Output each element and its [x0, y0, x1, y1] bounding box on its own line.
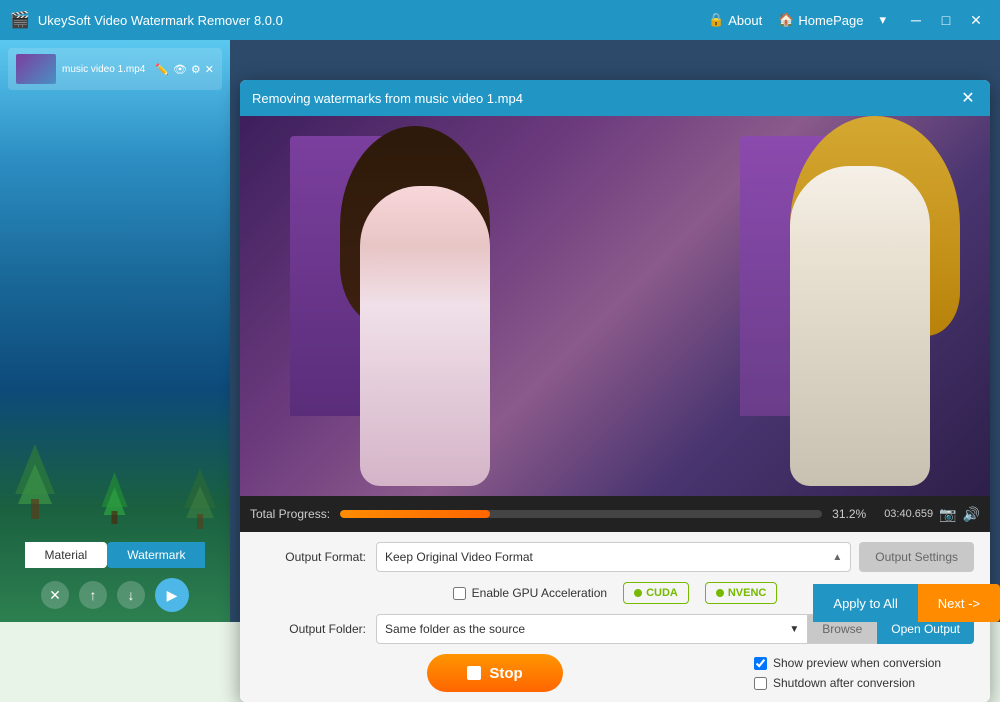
- output-format-label: Output Format:: [256, 550, 366, 564]
- person-left: [360, 186, 490, 486]
- next-button[interactable]: Next ->: [918, 584, 1000, 622]
- tree-decoration-center: [98, 469, 133, 524]
- folder-dropdown-arrow-icon: ▼: [789, 624, 799, 635]
- maximize-button[interactable]: □: [932, 6, 960, 34]
- progress-container: Total Progress: 31.2% 03:40.659 📷 🔊: [240, 496, 990, 532]
- main-content: Removing watermarks from music video 1.m…: [230, 40, 1000, 622]
- dialog-close-button[interactable]: ✕: [958, 88, 978, 108]
- stop-icon: [467, 666, 481, 680]
- right-options: Show preview when conversion Shutdown af…: [754, 656, 974, 690]
- title-bar-nav: 🔒 About 🏠 HomePage ▾: [708, 12, 886, 28]
- title-bar: 🎬 UkeySoft Video Watermark Remover 8.0.0…: [0, 0, 1000, 40]
- tree-decoration-right: [180, 464, 220, 529]
- bottom-bar: Apply to All Next ->: [230, 584, 1000, 622]
- app-logo-icon: 🎬: [10, 10, 30, 30]
- file-actions: ✏️ 👁 ⚙ ✕: [155, 63, 214, 76]
- title-bar-controls: ─ □ ✕: [902, 6, 990, 34]
- format-select-container: Keep Original Video Format ▲ Output Sett…: [376, 542, 974, 572]
- tab-material[interactable]: Material: [25, 542, 108, 568]
- file-settings-icon[interactable]: ⚙: [191, 63, 201, 76]
- show-preview-option[interactable]: Show preview when conversion: [754, 656, 974, 670]
- about-link[interactable]: 🔒 About: [708, 12, 762, 28]
- dialog-title-bar: Removing watermarks from music video 1.m…: [240, 80, 990, 116]
- play-button[interactable]: ▶: [155, 578, 189, 612]
- sidebar: music video 1.mp4 ✏️ 👁 ⚙ ✕: [0, 40, 230, 622]
- stop-container: Stop: [256, 654, 734, 692]
- sidebar-file-item: music video 1.mp4 ✏️ 👁 ⚙ ✕: [8, 48, 222, 90]
- bottom-row: Stop Show preview when conversion Shutdo…: [256, 654, 974, 692]
- volume-icon[interactable]: 🔊: [963, 506, 980, 523]
- home-icon: 🏠: [778, 12, 794, 28]
- output-folder-label: Output Folder:: [256, 622, 366, 636]
- file-close-icon[interactable]: ✕: [205, 63, 214, 76]
- progress-fill: [340, 510, 490, 518]
- output-settings-button[interactable]: Output Settings: [859, 542, 974, 572]
- output-format-row: Output Format: Keep Original Video Forma…: [256, 542, 974, 572]
- tab-watermark[interactable]: Watermark: [107, 542, 205, 568]
- main-layout: music video 1.mp4 ✏️ 👁 ⚙ ✕: [0, 40, 1000, 622]
- dialog-title: Removing watermarks from music video 1.m…: [252, 91, 523, 106]
- sidebar-action-row: ✕ ↑ ↓ ▶: [0, 578, 230, 622]
- person-right: [790, 166, 930, 486]
- shutdown-option[interactable]: Shutdown after conversion: [754, 676, 974, 690]
- eye-icon[interactable]: 👁: [173, 63, 187, 76]
- playback-time: 03:40.659: [884, 508, 933, 520]
- camera-icon[interactable]: 📷: [939, 506, 956, 523]
- video-background: [240, 116, 990, 496]
- dropdown-arrow-icon[interactable]: ▾: [879, 12, 886, 28]
- progress-track: [340, 510, 822, 518]
- video-area: [240, 116, 990, 496]
- minimize-button[interactable]: ─: [902, 6, 930, 34]
- progress-percent: 31.2%: [832, 507, 866, 521]
- app-title: UkeySoft Video Watermark Remover 8.0.0: [38, 13, 708, 28]
- close-button[interactable]: ✕: [962, 6, 990, 34]
- move-down-button[interactable]: ↓: [117, 581, 145, 609]
- dropdown-arrow-icon: ▲: [832, 552, 842, 563]
- progress-label: Total Progress:: [250, 507, 330, 521]
- stop-button[interactable]: Stop: [427, 654, 562, 692]
- show-preview-checkbox[interactable]: [754, 657, 767, 670]
- tree-decoration-left: [10, 439, 60, 519]
- delete-button[interactable]: ✕: [41, 581, 69, 609]
- sidebar-tabs: Material Watermark: [0, 542, 230, 578]
- lock-icon: 🔒: [708, 12, 724, 28]
- shutdown-checkbox[interactable]: [754, 677, 767, 690]
- format-select-dropdown[interactable]: Keep Original Video Format ▲: [376, 542, 851, 572]
- homepage-link[interactable]: 🏠 HomePage: [778, 12, 863, 28]
- file-thumbnail: [16, 54, 56, 84]
- edit-icon[interactable]: ✏️: [155, 63, 169, 76]
- apply-all-button[interactable]: Apply to All: [813, 584, 917, 622]
- move-up-button[interactable]: ↑: [79, 581, 107, 609]
